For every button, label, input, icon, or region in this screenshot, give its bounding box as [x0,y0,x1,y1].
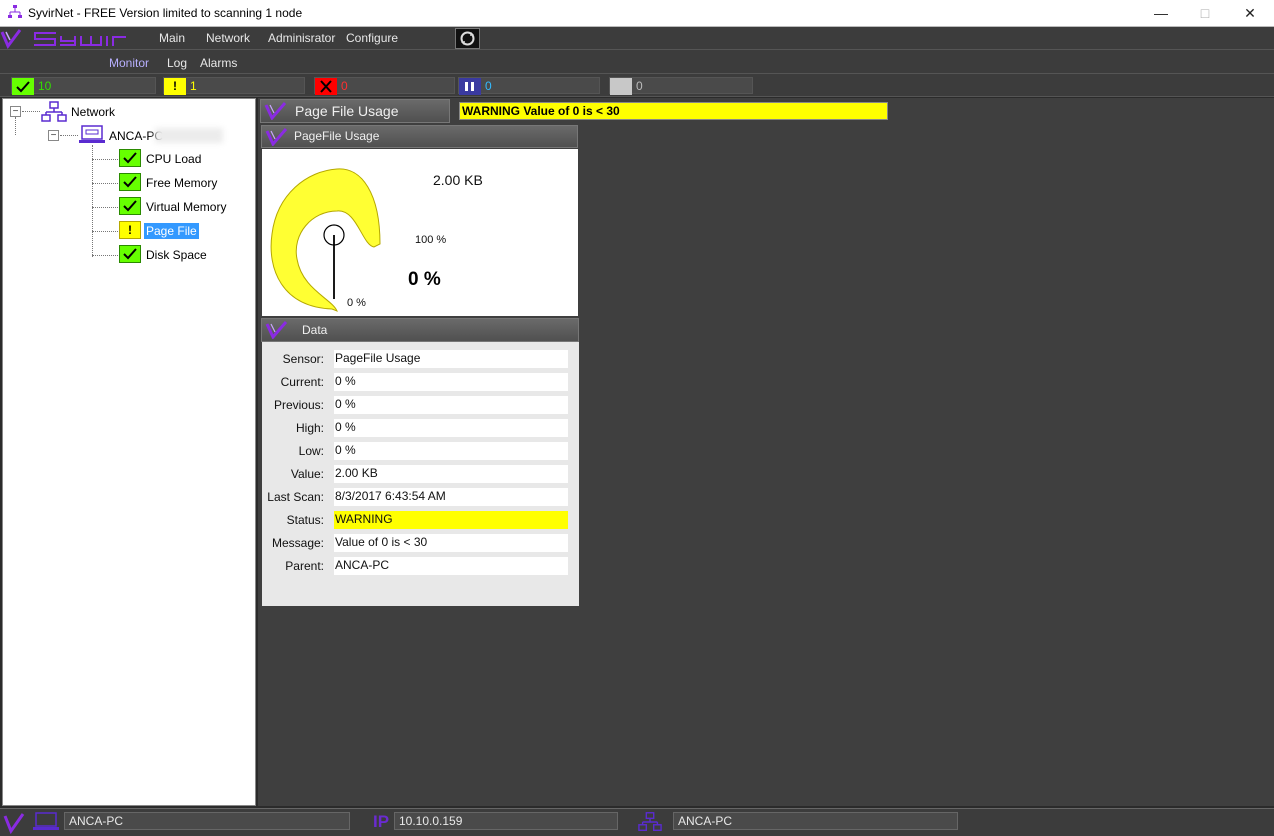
counter-ok-value: 10 [38,79,52,93]
collapse-host-icon[interactable]: − [48,130,59,141]
counter-unknown-value: 0 [636,79,643,93]
pause-icon [459,78,481,95]
tree-item-virtual-memory[interactable]: Virtual Memory [146,200,226,214]
menu-configure[interactable]: Configure [346,31,398,45]
tree-network-label[interactable]: Network [71,105,115,119]
maximize-icon[interactable]: □ [1182,0,1228,27]
network-tree: − Network − ANCA-PC CPU Load Free Memory… [2,98,256,806]
parent-label: Parent: [285,559,324,573]
value-value: 2.00 KB [334,465,568,483]
gauge-panel-header: PageFile Usage [261,125,578,148]
counter-paused[interactable]: 0 [458,77,600,95]
app-network-icon [8,5,22,18]
sensor-title: Page File Usage [295,103,399,119]
tree-item-cpu-load[interactable]: CPU Load [146,152,201,166]
tree-item-free-memory[interactable]: Free Memory [146,176,217,190]
ok-check-icon [119,245,141,263]
high-label: High: [295,421,324,435]
network-icon [638,812,662,831]
message-value: Value of 0 is < 30 [334,534,568,552]
gauge-panel-title: PageFile Usage [294,129,380,143]
counter-ok[interactable]: 10 [11,77,156,95]
submenu-bar: Monitor Log Alarms [0,50,1274,73]
title-bar: SyvirNet - FREE Version limited to scann… [0,0,1274,27]
footer-ip-field: 10.10.0.159 [394,812,618,830]
status-counter-bar: 10 ! 1 0 0 0 [0,73,1274,97]
ok-check-icon [119,197,141,215]
status-label: Status: [286,513,324,527]
current-label: Current: [280,375,324,389]
previous-value: 0 % [334,396,568,414]
blurred-ip [155,128,223,143]
unknown-icon [610,78,632,95]
counter-error-value: 0 [341,79,348,93]
computer-icon [79,125,105,143]
tab-alarms[interactable]: Alarms [200,56,237,70]
tree-item-disk-space[interactable]: Disk Space [146,248,207,262]
counter-paused-value: 0 [485,79,492,93]
warning-message-bar: WARNING Value of 0 is < 30 [459,102,888,120]
gauge-size-value: 2.00 KB [433,172,483,188]
gauge-current-value: 0 % [408,269,441,290]
gauge-dial [270,168,381,312]
syvir-logo-icon [265,321,288,339]
warning-icon: ! [164,78,186,95]
menu-main[interactable]: Main [159,31,185,45]
ok-check-icon [119,149,141,167]
syvir-logo-icon [3,813,25,834]
close-icon[interactable]: ✕ [1227,0,1273,27]
gauge-max-label: 100 % [415,234,447,246]
low-value: 0 % [334,442,568,460]
gauge-panel: 2.00 KB 100 % 0 % 0 % [262,149,578,316]
counter-error[interactable]: 0 [314,77,455,95]
refresh-icon [460,31,475,46]
warning-icon: ! [119,221,141,239]
last-scan-value: 8/3/2017 6:43:54 AM [334,488,568,506]
tree-item-page-file[interactable]: Page File [144,223,199,239]
sensor-header: Page File Usage [260,99,450,123]
menu-administrator[interactable]: Adminisrator [268,31,335,45]
error-x-icon [315,78,337,95]
counter-warning-value: 1 [190,79,197,93]
syvir-logo-icon [265,128,288,146]
window-title: SyvirNet - FREE Version limited to scann… [28,6,303,20]
tab-monitor[interactable]: Monitor [109,56,149,70]
bottom-status-bar: ANCA-PC IP 10.10.0.159 ANCA-PC [0,808,1274,836]
ok-check-icon [119,173,141,191]
data-panel: Sensor: PageFile Usage Current: 0 % Prev… [262,342,579,606]
gauge-min-label: 0 % [347,297,366,309]
data-panel-title: Data [302,323,328,337]
counter-unknown[interactable]: 0 [609,77,753,95]
counter-warning[interactable]: ! 1 [163,77,305,95]
last-scan-label: Last Scan: [267,490,324,504]
footer-host-field: ANCA-PC [64,812,350,830]
menu-network[interactable]: Network [206,31,250,45]
tab-log[interactable]: Log [167,56,187,70]
data-panel-header: Data [261,318,579,342]
current-value: 0 % [334,373,568,391]
ip-icon: IP [373,812,390,831]
collapse-network-icon[interactable]: − [10,106,21,117]
syvir-logo [0,29,126,49]
check-icon [12,78,34,95]
computer-icon [33,812,59,830]
syvir-logo-icon [264,102,287,120]
footer-network-field: ANCA-PC [673,812,958,830]
message-label: Message: [271,536,324,550]
sensor-label: Sensor: [282,352,324,366]
value-label: Value: [290,467,324,481]
parent-value: ANCA-PC [334,557,568,575]
refresh-button[interactable] [455,28,480,49]
minimize-icon[interactable]: — [1138,0,1184,27]
high-value: 0 % [334,419,568,437]
status-value: WARNING [334,511,568,529]
previous-label: Previous: [273,398,324,412]
low-label: Low: [298,444,324,458]
menu-bar: Main Network Adminisrator Configure [0,27,1274,50]
sensor-value: PageFile Usage [334,350,568,368]
network-icon [41,101,67,122]
